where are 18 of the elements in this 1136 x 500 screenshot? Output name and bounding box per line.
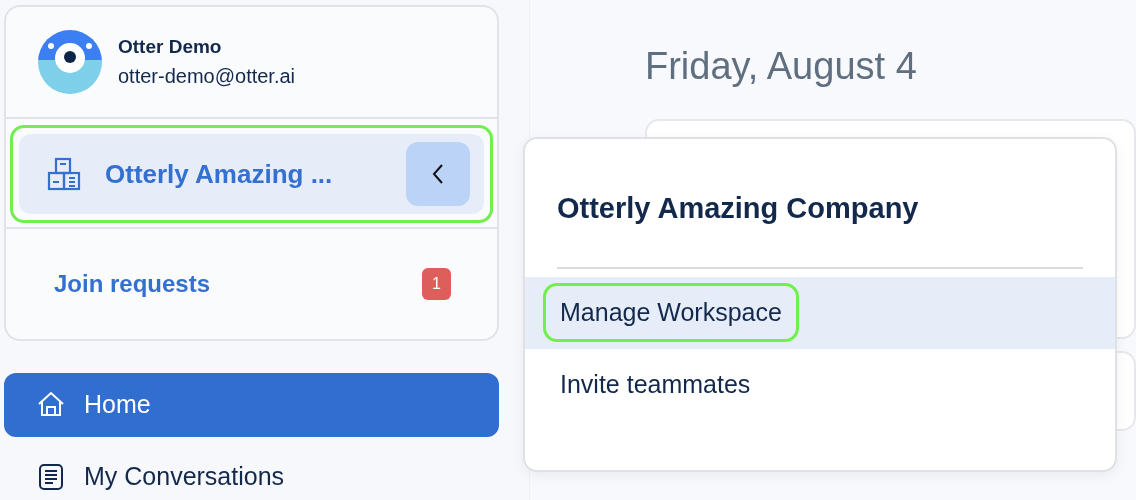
date-heading: Friday, August 4 (645, 44, 918, 89)
document-icon (36, 462, 66, 492)
avatar (38, 30, 102, 94)
user-name: Otter Demo (118, 34, 223, 59)
nav-item[interactable]: Home (4, 373, 499, 437)
chevron-left-icon (431, 162, 445, 186)
workspace-selector[interactable]: Otterly Amazing ... (19, 134, 484, 214)
collapse-button[interactable] (406, 142, 470, 206)
join-requests-link[interactable]: Join requests (54, 266, 211, 302)
menu-item[interactable]: Invite teammates (525, 348, 1115, 421)
menu-title: Otterly Amazing Company (556, 191, 920, 226)
menu-item[interactable]: Manage Workspace (525, 276, 1115, 349)
workspace-name: Otterly Amazing ... (105, 157, 334, 191)
building-icon (47, 157, 81, 191)
count-badge: 1 (422, 268, 451, 300)
user-email: otter-demo@otter.ai (118, 64, 296, 90)
nav-item[interactable]: My Conversations (4, 445, 499, 500)
highlight-frame: Manage Workspace (543, 282, 799, 343)
